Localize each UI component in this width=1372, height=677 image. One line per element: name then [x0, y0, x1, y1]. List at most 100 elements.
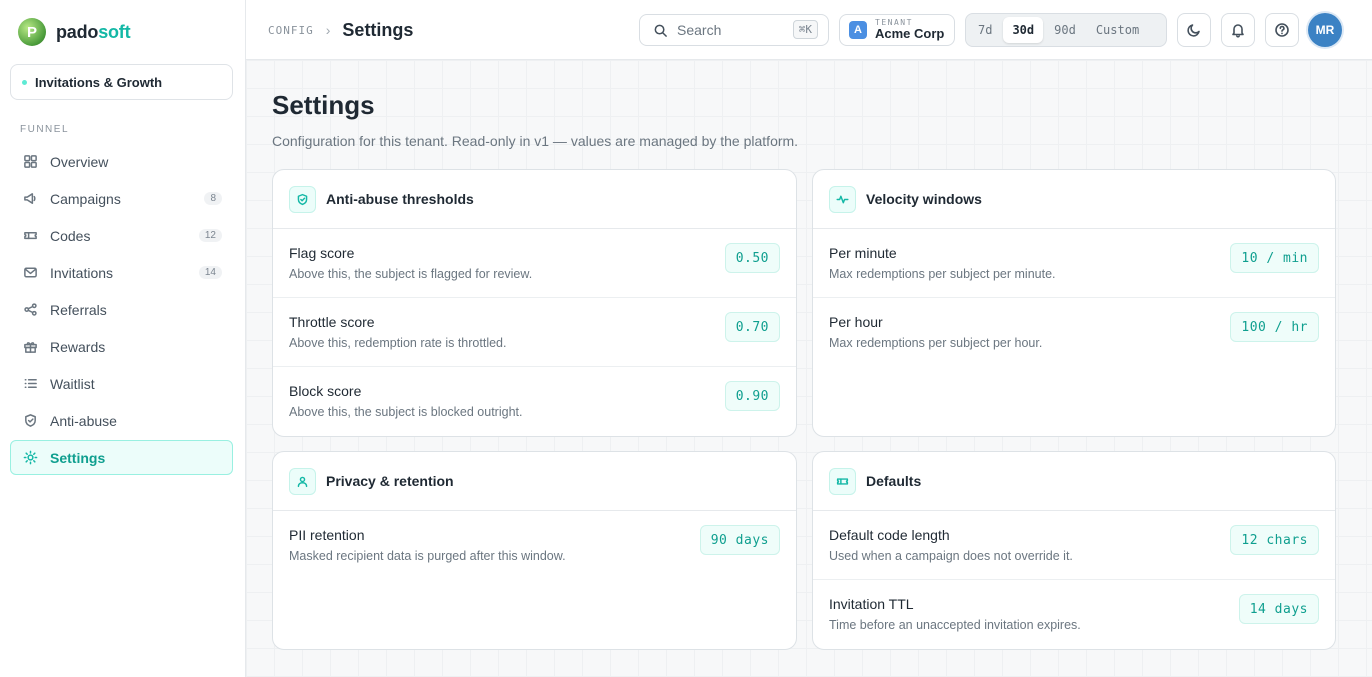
setting-row-per-minute: Per minute Max redemptions per subject p…	[813, 229, 1335, 298]
sidebar-item-label: Settings	[50, 449, 106, 466]
workspace-status-dot	[22, 79, 27, 85]
sidebar-item-campaigns[interactable]: Campaigns 8	[10, 181, 233, 216]
sidebar-item-referrals[interactable]: Referrals	[10, 292, 233, 327]
sidebar-item-codes[interactable]: Codes 12	[10, 218, 233, 253]
range-option-90d[interactable]: 90d	[1045, 17, 1085, 43]
sidebar-item-rewards[interactable]: Rewards	[10, 329, 233, 364]
anti-abuse-card: Anti-abuse thresholds Flag score Above t…	[272, 169, 797, 437]
brand-name-part1: pado	[56, 21, 99, 42]
activity-icon	[829, 185, 856, 213]
tenant-text: TENANT Acme Corp	[875, 18, 945, 42]
sidebar-item-count: 14	[198, 266, 222, 279]
sidebar-item-label: Codes	[50, 227, 91, 244]
setting-value: 90 days	[699, 525, 780, 555]
tenant-name: Acme Corp	[875, 26, 945, 42]
brand-logo: P	[18, 18, 46, 46]
sidebar-item-overview[interactable]: Overview	[10, 144, 233, 179]
theme-toggle-button[interactable]	[1177, 13, 1211, 47]
notifications-button[interactable]	[1221, 13, 1255, 47]
workspace-switcher[interactable]: Invitations & Growth	[10, 64, 233, 100]
topbar: CONFIG › Settings Search ⌘K A TENANT Acm…	[246, 0, 1372, 60]
sidebar: P padosoft Invitations & Growth FUNNEL O…	[0, 0, 246, 677]
page-subtitle: Configuration for this tenant. Read-only…	[272, 133, 799, 149]
sidebar-section-label: FUNNEL	[20, 124, 70, 135]
list-icon	[22, 376, 38, 392]
search-icon	[654, 24, 667, 37]
setting-description: Above this, redemption rate is throttled…	[289, 336, 507, 350]
search-placeholder: Search	[677, 22, 722, 38]
tenant-badge: A	[849, 21, 867, 39]
brand-name-part2: soft	[98, 21, 131, 42]
setting-label: Throttle score	[289, 314, 375, 330]
sidebar-item-label: Campaigns	[50, 190, 121, 207]
velocity-card: Velocity windows Per minute Max redempti…	[812, 169, 1336, 437]
setting-value: 0.90	[724, 381, 780, 411]
mail-icon	[22, 265, 38, 281]
sidebar-item-count: 8	[204, 192, 222, 205]
card-title: Anti-abuse thresholds	[326, 191, 474, 207]
sidebar-item-label: Overview	[50, 153, 109, 170]
sidebar-item-settings[interactable]: Settings	[10, 440, 233, 475]
range-option-custom[interactable]: Custom	[1087, 17, 1148, 43]
setting-row-default-code-length: Default code length Used when a campaign…	[813, 511, 1335, 580]
breadcrumb: CONFIG › Settings	[268, 0, 413, 60]
date-range-selector: 7d 30d 90d Custom	[965, 13, 1167, 47]
setting-value: 12 chars	[1230, 525, 1319, 555]
card-title: Privacy & retention	[326, 473, 454, 489]
sun-icon	[22, 450, 38, 466]
chevron-right-icon: ›	[325, 22, 331, 38]
setting-row-flag-score: Flag score Above this, the subject is fl…	[273, 229, 796, 298]
ticket-icon	[829, 467, 856, 495]
user-icon	[289, 467, 316, 495]
gift-icon	[22, 339, 38, 355]
share-icon	[22, 302, 38, 318]
shield-icon	[22, 413, 38, 429]
sidebar-item-label: Invitations	[50, 264, 114, 281]
megaphone-icon	[22, 191, 38, 207]
setting-row-block-score: Block score Above this, the subject is b…	[273, 367, 796, 436]
setting-label: Block score	[289, 383, 362, 399]
shield-check-icon	[289, 185, 316, 213]
sidebar-nav: Overview Campaigns 8 Codes 12 Invitation…	[10, 144, 233, 477]
card-header: Defaults	[813, 452, 1335, 511]
range-option-30d[interactable]: 30d	[1003, 17, 1044, 43]
card-header: Anti-abuse thresholds	[273, 170, 796, 229]
grid-icon	[22, 154, 38, 170]
setting-value: 0.70	[724, 312, 780, 342]
sidebar-item-waitlist[interactable]: Waitlist	[10, 366, 233, 401]
help-icon	[1275, 23, 1289, 37]
setting-row-per-hour: Per hour Max redemptions per subject per…	[813, 298, 1335, 367]
sidebar-item-label: Referrals	[50, 301, 107, 318]
breadcrumb-parent[interactable]: CONFIG	[268, 24, 314, 37]
defaults-card: Defaults Default code length Used when a…	[812, 451, 1336, 650]
setting-description: Above this, the subject is flagged for r…	[289, 267, 533, 281]
setting-value: 10 / min	[1230, 243, 1319, 273]
avatar[interactable]: MR	[1308, 13, 1342, 47]
brand[interactable]: P padosoft	[18, 18, 131, 46]
help-button[interactable]	[1265, 13, 1299, 47]
sidebar-item-label: Waitlist	[50, 375, 95, 392]
sidebar-item-anti-abuse[interactable]: Anti-abuse	[10, 403, 233, 438]
brand-name: padosoft	[56, 21, 131, 43]
search-shortcut: ⌘K	[792, 20, 818, 39]
setting-description: Above this, the subject is blocked outri…	[289, 405, 523, 419]
card-header: Velocity windows	[813, 170, 1335, 229]
sidebar-item-label: Anti-abuse	[50, 412, 117, 429]
page-title: Settings	[272, 90, 375, 120]
setting-row-throttle-score: Throttle score Above this, redemption ra…	[273, 298, 796, 367]
range-option-7d[interactable]: 7d	[969, 17, 1001, 43]
setting-value: 14 days	[1238, 594, 1319, 624]
card-title: Velocity windows	[866, 191, 982, 207]
main-content: Settings Configuration for this tenant. …	[246, 60, 1372, 677]
card-title: Defaults	[866, 473, 922, 489]
bell-icon	[1232, 24, 1244, 38]
search-input[interactable]: Search ⌘K	[639, 14, 829, 46]
setting-row-pii-retention: PII retention Masked recipient data is p…	[273, 511, 796, 580]
setting-value: 0.50	[724, 243, 780, 273]
tenant-switcher[interactable]: A TENANT Acme Corp	[839, 14, 955, 46]
setting-label: Flag score	[289, 245, 355, 261]
sidebar-item-invitations[interactable]: Invitations 14	[10, 255, 233, 290]
setting-row-invitation-ttl: Invitation TTL Time before an unaccepted…	[813, 580, 1335, 649]
sidebar-item-label: Rewards	[50, 338, 106, 355]
card-header: Privacy & retention	[273, 452, 796, 511]
